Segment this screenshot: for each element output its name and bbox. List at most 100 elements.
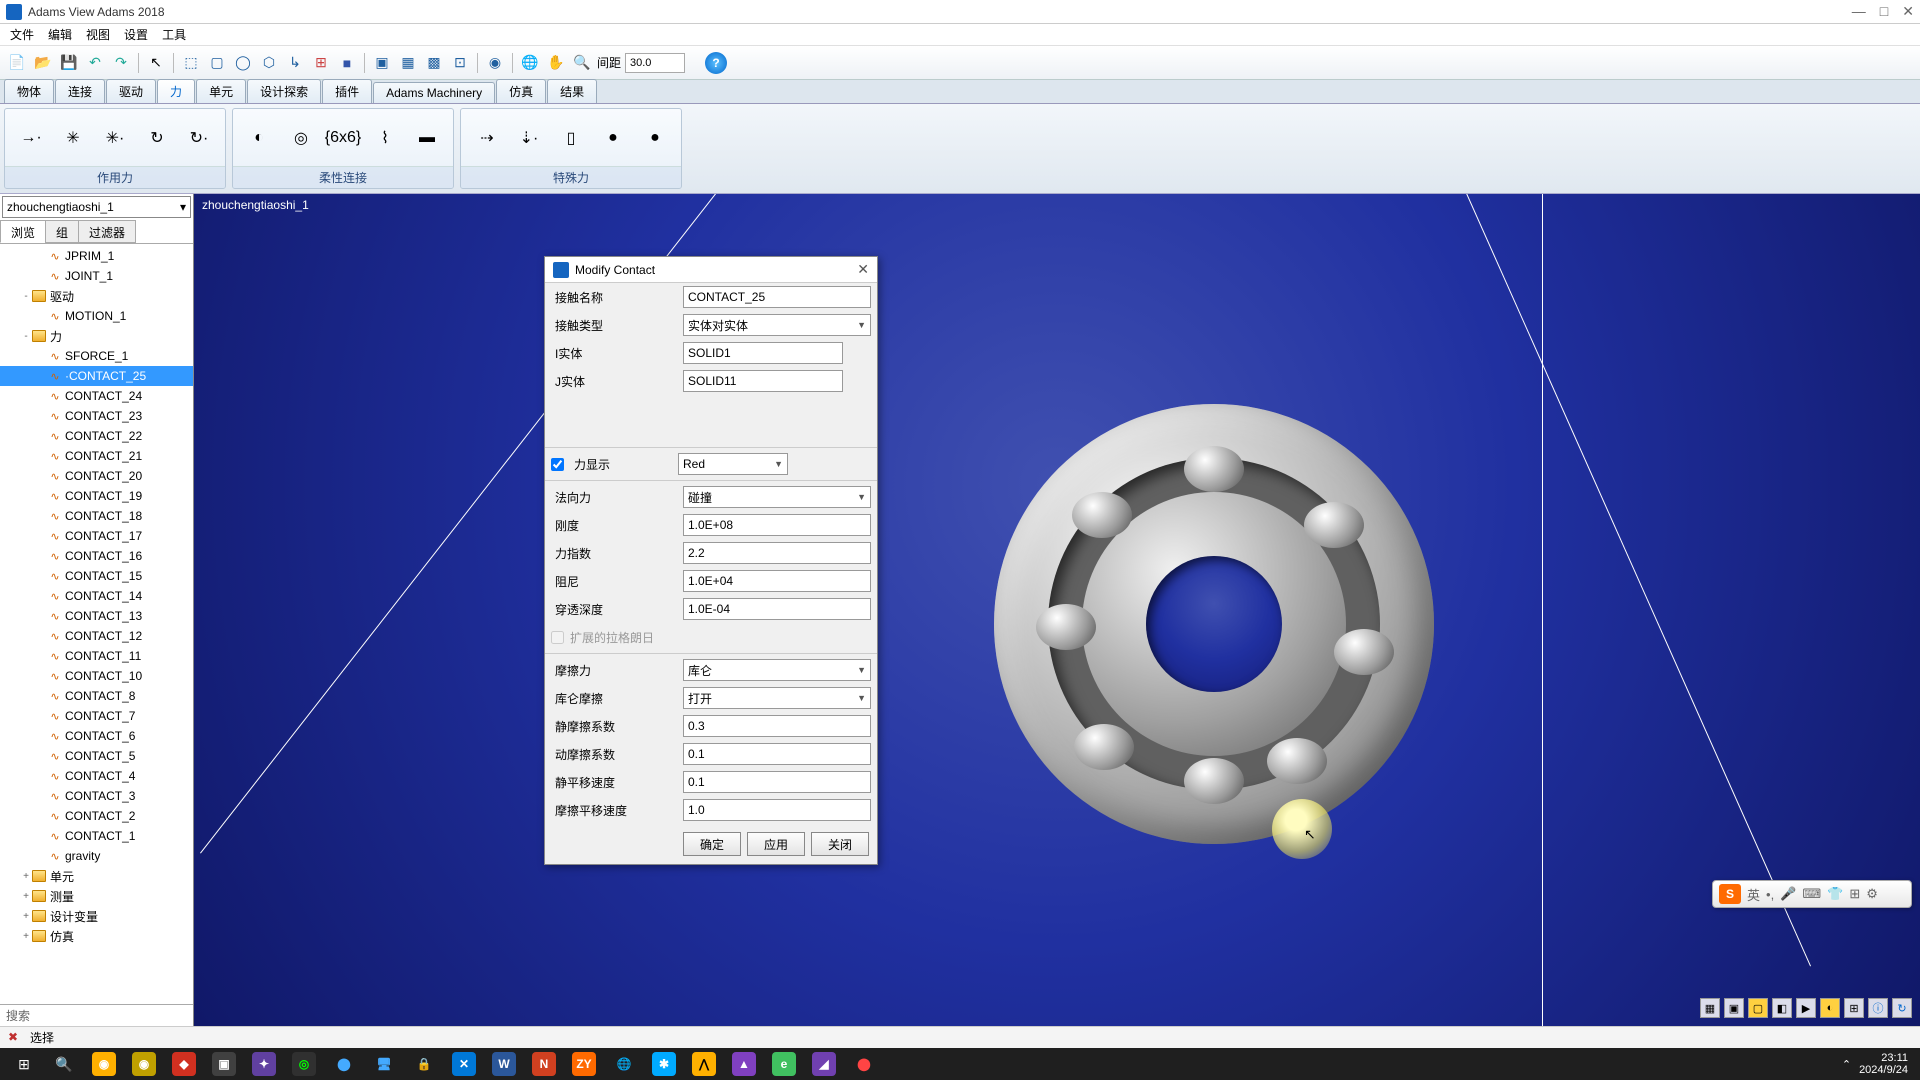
- rotate-icon[interactable]: 🌐: [519, 52, 541, 74]
- menu-编辑[interactable]: 编辑: [42, 24, 78, 45]
- tab-插件[interactable]: 插件: [322, 79, 372, 103]
- tree-item-MOTION_1[interactable]: ∿MOTION_1: [0, 306, 193, 326]
- vt-4[interactable]: ◧: [1772, 998, 1792, 1018]
- open-icon[interactable]: 📂: [32, 52, 54, 74]
- task-app-9[interactable]: 🔒: [404, 1050, 444, 1078]
- ok-button[interactable]: 确定: [683, 832, 741, 856]
- tree-item-CONTACT_8[interactable]: ∿CONTACT_8: [0, 686, 193, 706]
- menu-设置[interactable]: 设置: [118, 24, 154, 45]
- vs-input[interactable]: [683, 771, 871, 793]
- ribbon-icon[interactable]: {6x6}: [331, 126, 355, 150]
- task-app-19[interactable]: ◢: [804, 1050, 844, 1078]
- tree-item-·CONTACT_25[interactable]: ∿·CONTACT_25: [0, 366, 193, 386]
- vt-9[interactable]: ↻: [1892, 998, 1912, 1018]
- tree-item-JPRIM_1[interactable]: ∿JPRIM_1: [0, 246, 193, 266]
- tree-item-CONTACT_21[interactable]: ∿CONTACT_21: [0, 446, 193, 466]
- tree-item-SFORCE_1[interactable]: ∿SFORCE_1: [0, 346, 193, 366]
- view2-icon[interactable]: ▦: [397, 52, 419, 74]
- tab-连接[interactable]: 连接: [55, 79, 105, 103]
- task-app-7[interactable]: ⬤: [324, 1050, 364, 1078]
- dialog-close-icon[interactable]: ✕: [857, 261, 869, 278]
- tab-力[interactable]: 力: [157, 79, 195, 103]
- tree-item-驱动[interactable]: -驱动: [0, 286, 193, 306]
- task-app-11[interactable]: W: [484, 1050, 524, 1078]
- ime-mic-icon[interactable]: 🎤: [1780, 886, 1796, 902]
- vt-5[interactable]: ▶: [1796, 998, 1816, 1018]
- tree-item-CONTACT_11[interactable]: ∿CONTACT_11: [0, 646, 193, 666]
- vt-1[interactable]: ▦: [1700, 998, 1720, 1018]
- cylinder-icon[interactable]: ▢: [206, 52, 228, 74]
- ime-lang[interactable]: 英: [1747, 885, 1760, 904]
- redo-icon[interactable]: ↷: [110, 52, 132, 74]
- tree-item-仿真[interactable]: +仿真: [0, 926, 193, 946]
- tab-物体[interactable]: 物体: [4, 79, 54, 103]
- ribbon-icon[interactable]: ⌇: [373, 126, 397, 150]
- grid-icon[interactable]: ⊞: [310, 52, 332, 74]
- tree-item-设计变量[interactable]: +设计变量: [0, 906, 193, 926]
- solid-icon[interactable]: ■: [336, 52, 358, 74]
- ime-toolbar[interactable]: S 英 •, 🎤 ⌨ 👕 ⊞ ⚙: [1712, 880, 1912, 908]
- menu-文件[interactable]: 文件: [4, 24, 40, 45]
- gap-input[interactable]: [625, 53, 685, 73]
- tab-仿真[interactable]: 仿真: [496, 79, 546, 103]
- tree-item-CONTACT_22[interactable]: ∿CONTACT_22: [0, 426, 193, 446]
- tab-设计探索[interactable]: 设计探索: [247, 79, 321, 103]
- menu-视图[interactable]: 视图: [80, 24, 116, 45]
- coulomb-select[interactable]: 打开▼: [683, 687, 871, 709]
- tree-item-CONTACT_20[interactable]: ∿CONTACT_20: [0, 466, 193, 486]
- force-display-select[interactable]: Red▼: [678, 453, 788, 475]
- ribbon-icon[interactable]: ↻·: [187, 126, 211, 150]
- save-icon[interactable]: 💾: [58, 52, 80, 74]
- ribbon-icon[interactable]: →·: [19, 126, 43, 150]
- view1-icon[interactable]: ▣: [371, 52, 393, 74]
- sphere-icon[interactable]: ◯: [232, 52, 254, 74]
- task-app-4[interactable]: ▣: [204, 1050, 244, 1078]
- ribbon-icon[interactable]: ⇢: [475, 126, 499, 150]
- ime-kbd-icon[interactable]: ⌨: [1802, 886, 1821, 902]
- tray-up-icon[interactable]: ⌃: [1842, 1058, 1851, 1071]
- ribbon-icon[interactable]: ✳: [61, 126, 85, 150]
- model-select[interactable]: zhouchengtiaoshi_1 ▾: [2, 196, 191, 218]
- search-bar[interactable]: 搜索: [0, 1004, 193, 1026]
- center-icon[interactable]: ◉: [484, 52, 506, 74]
- vt-2[interactable]: ▣: [1724, 998, 1744, 1018]
- ribbon-icon[interactable]: ◐: [247, 126, 271, 150]
- vt-8[interactable]: ⓘ: [1868, 998, 1888, 1018]
- view4-icon[interactable]: ⊡: [449, 52, 471, 74]
- pan-icon[interactable]: ✋: [545, 52, 567, 74]
- model-tree[interactable]: ∿JPRIM_1∿JOINT_1-驱动∿MOTION_1-力∿SFORCE_1∿…: [0, 244, 193, 1004]
- tree-item-测量[interactable]: +测量: [0, 886, 193, 906]
- browser-tab-过滤器[interactable]: 过滤器: [78, 220, 136, 243]
- tree-item-CONTACT_10[interactable]: ∿CONTACT_10: [0, 666, 193, 686]
- task-app-14[interactable]: 🌐: [604, 1050, 644, 1078]
- ribbon-icon[interactable]: ✳·: [103, 126, 127, 150]
- tree-item-单元[interactable]: +单元: [0, 866, 193, 886]
- maximize-button[interactable]: □: [1880, 3, 1888, 20]
- tree-item-CONTACT_23[interactable]: ∿CONTACT_23: [0, 406, 193, 426]
- tree-item-力[interactable]: -力: [0, 326, 193, 346]
- close-button[interactable]: ✕: [1902, 3, 1914, 20]
- new-icon[interactable]: 📄: [6, 52, 28, 74]
- ibody-input[interactable]: [683, 342, 843, 364]
- tab-结果[interactable]: 结果: [547, 79, 597, 103]
- task-app-13[interactable]: ZY: [564, 1050, 604, 1078]
- browser-tab-组[interactable]: 组: [45, 220, 79, 243]
- damping-input[interactable]: [683, 570, 871, 592]
- tree-item-CONTACT_19[interactable]: ∿CONTACT_19: [0, 486, 193, 506]
- vt-6[interactable]: ◐: [1820, 998, 1840, 1018]
- normal-force-select[interactable]: 碰撞▼: [683, 486, 871, 508]
- undo-icon[interactable]: ↶: [84, 52, 106, 74]
- stiffness-input[interactable]: [683, 514, 871, 536]
- tree-item-CONTACT_18[interactable]: ∿CONTACT_18: [0, 506, 193, 526]
- tree-item-CONTACT_1[interactable]: ∿CONTACT_1: [0, 826, 193, 846]
- tree-item-CONTACT_2[interactable]: ∿CONTACT_2: [0, 806, 193, 826]
- tree-item-CONTACT_15[interactable]: ∿CONTACT_15: [0, 566, 193, 586]
- ribbon-icon[interactable]: ●: [643, 126, 667, 150]
- tree-item-JOINT_1[interactable]: ∿JOINT_1: [0, 266, 193, 286]
- ime-skin-icon[interactable]: 👕: [1827, 886, 1843, 902]
- ribbon-icon[interactable]: ↻: [145, 126, 169, 150]
- ime-gear-icon[interactable]: ⚙: [1866, 886, 1878, 902]
- tree-item-CONTACT_7[interactable]: ∿CONTACT_7: [0, 706, 193, 726]
- task-app-6[interactable]: ◎: [284, 1050, 324, 1078]
- tree-item-CONTACT_6[interactable]: ∿CONTACT_6: [0, 726, 193, 746]
